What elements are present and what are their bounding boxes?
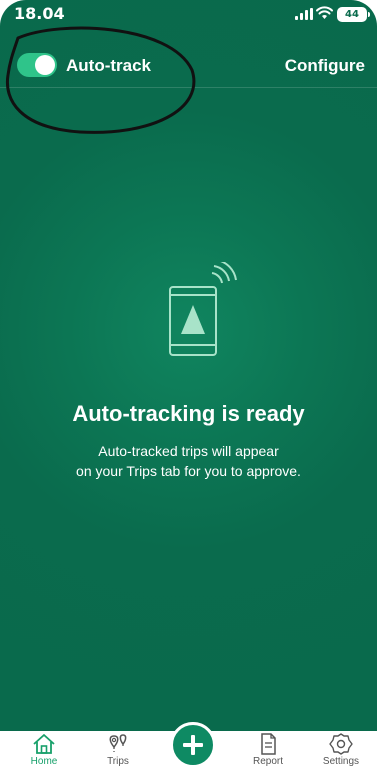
empty-state-description: Auto-tracked trips will appear on your T…: [40, 441, 337, 481]
battery-icon: 44: [337, 7, 367, 22]
phone-navigation-icon: [169, 262, 237, 356]
plus-icon: [183, 735, 203, 755]
nav-home-label: Home: [30, 756, 58, 767]
wifi-icon: [316, 6, 333, 19]
empty-state-desc-line2: on your Trips tab for you to approve.: [76, 463, 301, 479]
signal-icon: [295, 8, 313, 20]
empty-state-title: Auto-tracking is ready: [72, 401, 305, 426]
nav-trips-label: Trips: [107, 756, 129, 767]
empty-state-desc-line1: Auto-tracked trips will appear: [98, 443, 279, 459]
settings-icon: [329, 733, 353, 755]
nav-report[interactable]: Report: [238, 731, 298, 770]
add-trip-button[interactable]: [170, 722, 216, 768]
configure-button[interactable]: Configure: [285, 56, 365, 76]
home-icon: [33, 734, 55, 754]
battery-cap: [368, 12, 370, 17]
annotation-circle-mark: [5, 26, 196, 134]
report-icon: [261, 733, 276, 755]
nav-settings[interactable]: Settings: [311, 731, 371, 770]
nav-settings-label: Settings: [322, 756, 360, 767]
nav-home[interactable]: Home: [14, 731, 74, 770]
nav-report-label: Report: [252, 756, 283, 767]
trips-icon: [109, 734, 127, 752]
nav-trips[interactable]: Trips: [88, 731, 148, 770]
app-screen: 18.04 44 Auto-track Configure Auto-track…: [0, 0, 377, 770]
